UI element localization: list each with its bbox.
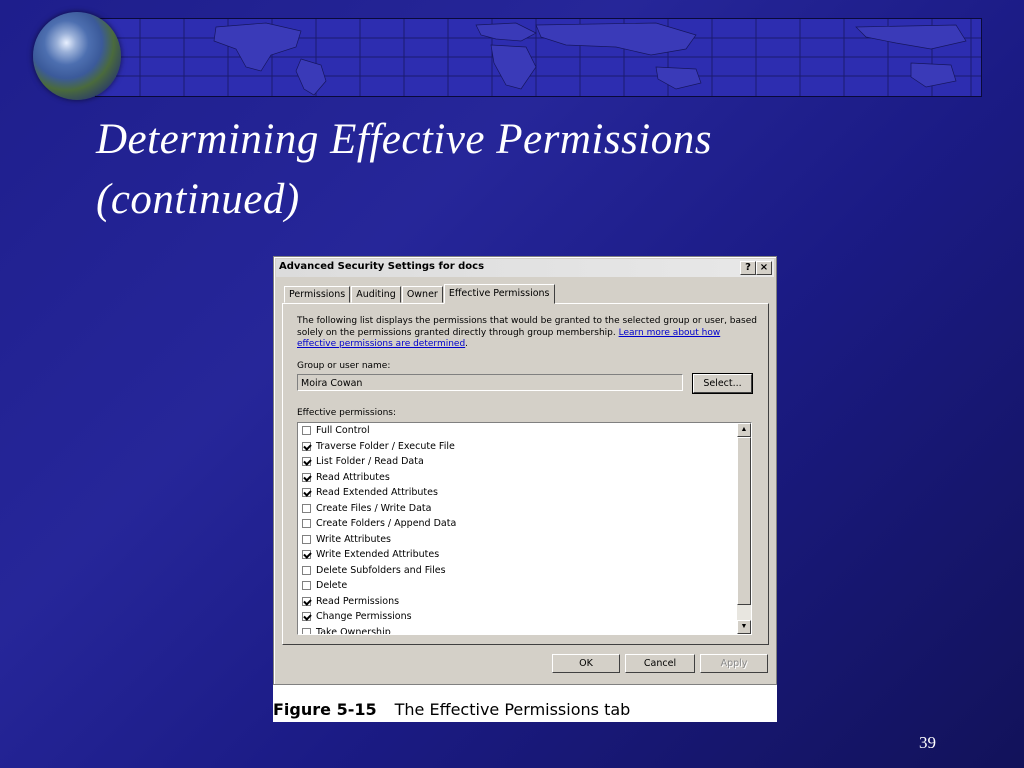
world-map-banner (95, 18, 982, 97)
checkbox[interactable] (302, 627, 311, 634)
list-item[interactable]: Full Control (302, 423, 370, 438)
figure-caption-text: The Effective Permissions tab (394, 700, 631, 719)
tab-effective-permissions[interactable]: Effective Permissions (443, 284, 555, 304)
list-item[interactable]: Create Files / Write Data (302, 501, 431, 516)
permission-label: Traverse Folder / Execute File (316, 440, 455, 452)
list-item[interactable]: Change Permissions (302, 609, 412, 624)
group-user-label: Group or user name: (297, 361, 391, 371)
checkbox[interactable] (302, 596, 311, 606)
permission-label: Read Extended Attributes (316, 487, 438, 498)
list-item[interactable]: Write Attributes (302, 532, 391, 547)
dialog-title: Advanced Security Settings for docs (279, 261, 485, 272)
checkbox[interactable] (302, 519, 311, 528)
scroll-down-icon[interactable]: ▼ (737, 620, 751, 634)
cancel-button[interactable]: Cancel (625, 654, 695, 673)
permission-label: Full Control (316, 425, 370, 436)
checkbox[interactable] (302, 457, 311, 466)
list-item[interactable]: Read Extended Attributes (302, 485, 438, 500)
scroll-thumb[interactable] (737, 437, 751, 605)
close-button[interactable]: × (756, 261, 772, 275)
permission-label: Delete Subfolders and Files (316, 564, 446, 576)
figure-number: Figure 5-15 (273, 700, 377, 719)
slide-title-line-1: Determining Effective Permissions (96, 116, 712, 163)
description-text: The following list displays the permissi… (297, 316, 757, 349)
list-item[interactable]: Delete Subfolders and Files (302, 563, 446, 578)
permission-label: List Folder / Read Data (316, 456, 424, 467)
permission-label: Write Attributes (316, 533, 391, 545)
permission-label: Delete (316, 580, 348, 591)
permission-label: Change Permissions (316, 611, 412, 622)
figure-caption: Figure 5-15 The Effective Permissions tab (273, 700, 630, 719)
slide-title: Determining Effective Permissions (conti… (96, 110, 976, 230)
list-item[interactable]: Create Folders / Append Data (302, 516, 456, 531)
permissions-scrollbar[interactable]: ▲ ▼ (737, 423, 751, 634)
permission-label: Create Folders / Append Data (316, 518, 457, 529)
list-item[interactable]: Write Extended Attributes (302, 547, 439, 562)
permission-label: Create Files / Write Data (316, 502, 432, 514)
help-button[interactable]: ? (740, 261, 756, 275)
dialog-tabs: Permissions Auditing Owner Effective Per… (284, 284, 556, 304)
tab-owner[interactable]: Owner (401, 286, 443, 303)
permission-label: Take Ownership (316, 626, 391, 635)
advanced-security-dialog: Advanced Security Settings for docs ? × … (273, 256, 777, 685)
checkbox[interactable] (302, 534, 311, 544)
checkbox[interactable] (302, 612, 311, 621)
figure-screenshot: Advanced Security Settings for docs ? × … (273, 256, 777, 722)
globe-icon (33, 12, 121, 100)
permission-label: Read Attributes (316, 471, 390, 483)
checkbox[interactable] (302, 565, 311, 575)
checkbox[interactable] (302, 581, 311, 590)
checkbox[interactable] (302, 503, 311, 513)
ok-button[interactable]: OK (552, 654, 620, 673)
list-item[interactable]: List Folder / Read Data (302, 454, 424, 469)
checkbox[interactable] (302, 488, 311, 497)
list-item[interactable]: Traverse Folder / Execute File (302, 439, 455, 454)
list-item[interactable]: Read Permissions (302, 594, 399, 609)
permission-label: Read Permissions (316, 595, 400, 607)
checkbox[interactable] (302, 550, 311, 559)
dialog-titlebar: Advanced Security Settings for docs ? × (276, 259, 774, 277)
scroll-up-icon[interactable]: ▲ (737, 423, 751, 437)
group-user-name-field[interactable]: Moira Cowan (297, 374, 683, 391)
list-item[interactable]: Take Ownership (302, 625, 391, 635)
list-item[interactable]: Delete (302, 578, 347, 593)
list-item[interactable]: Read Attributes (302, 470, 390, 485)
permissions-list[interactable]: Full Control Traverse Folder / Execute F… (297, 422, 752, 635)
permission-label: Write Extended Attributes (316, 549, 440, 560)
checkbox[interactable] (302, 472, 311, 482)
tab-permissions[interactable]: Permissions (284, 286, 351, 303)
select-button[interactable]: Select... (692, 373, 753, 394)
effective-permissions-label: Effective permissions: (297, 408, 396, 418)
effective-permissions-panel: The following list displays the permissi… (282, 303, 769, 645)
apply-button[interactable]: Apply (700, 654, 768, 673)
tab-auditing[interactable]: Auditing (351, 286, 401, 303)
checkbox[interactable] (302, 441, 311, 451)
slide-title-line-2: (continued) (96, 176, 300, 223)
page-number: 39 (919, 733, 936, 752)
checkbox[interactable] (302, 426, 311, 435)
